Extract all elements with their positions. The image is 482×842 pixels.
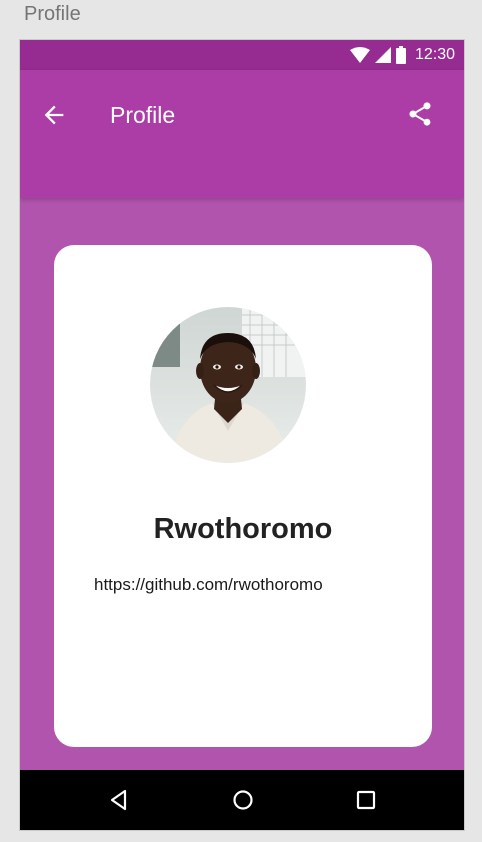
page-title: Profile [110, 102, 176, 128]
status-bar: 12:30 [20, 40, 464, 70]
profile-link[interactable]: https://github.com/rwothoromo [94, 575, 323, 595]
nav-recents-icon [356, 790, 376, 810]
signal-icon [374, 47, 391, 63]
nav-back-icon [110, 789, 127, 811]
share-icon [409, 102, 431, 126]
nav-home-button[interactable] [230, 787, 256, 813]
nav-back-button[interactable] [106, 787, 132, 813]
back-arrow-icon [44, 105, 64, 125]
status-icons: 12:30 [349, 44, 455, 66]
app-bar: Profile [20, 70, 464, 198]
nav-home-icon [233, 790, 253, 810]
profile-card: Rwothoromo https://github.com/rwothoromo [54, 245, 432, 747]
device-frame: 12:30 Profile Rwothoromo https://github.… [19, 39, 465, 831]
window-title: Profile [24, 3, 81, 25]
avatar [150, 307, 306, 463]
back-button[interactable] [40, 101, 68, 129]
profile-name: Rwothoromo [153, 513, 333, 545]
wifi-icon [349, 47, 370, 63]
battery-icon [395, 46, 406, 64]
nav-recents-button[interactable] [353, 787, 379, 813]
status-time: 12:30 [414, 46, 455, 63]
navigation-bar [20, 770, 464, 830]
share-button[interactable] [406, 100, 434, 128]
profile-photo [150, 307, 306, 463]
